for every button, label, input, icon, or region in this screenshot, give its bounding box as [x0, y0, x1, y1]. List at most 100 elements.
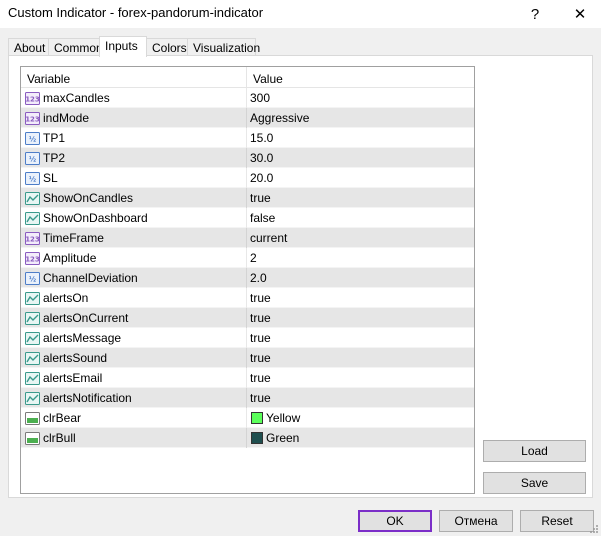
table-row[interactable]: ½ TP2 30.0: [21, 148, 474, 168]
svg-text:½: ½: [28, 175, 35, 183]
variable-cell: 123 Amplitude: [21, 248, 246, 268]
value-text: true: [250, 331, 271, 345]
value-text: false: [250, 211, 276, 225]
save-button[interactable]: Save: [483, 472, 586, 494]
reset-button[interactable]: Reset: [520, 510, 594, 532]
tab-inputs[interactable]: Inputs: [99, 36, 147, 57]
value-text: Yellow: [266, 411, 301, 425]
value-cell[interactable]: 300: [250, 88, 472, 108]
table-row[interactable]: ½ SL 20.0: [21, 168, 474, 188]
variable-cell: ShowOnDashboard: [21, 208, 246, 228]
value-cell[interactable]: Green: [250, 428, 472, 448]
table-row[interactable]: alertsNotification true: [21, 388, 474, 408]
table-row[interactable]: 123 indMode Aggressive: [21, 108, 474, 128]
value-text: 2: [250, 251, 257, 265]
column-divider: [246, 288, 247, 308]
variable-cell: ½ TP2: [21, 148, 246, 168]
help-button[interactable]: ?: [515, 0, 555, 28]
column-header-value[interactable]: Value: [253, 72, 283, 86]
value-cell[interactable]: true: [250, 308, 472, 328]
column-header-variable[interactable]: Variable: [27, 72, 70, 86]
table-row[interactable]: alertsMessage true: [21, 328, 474, 348]
table-row[interactable]: ShowOnCandles true: [21, 188, 474, 208]
tab-visualization[interactable]: Visualization: [187, 38, 260, 56]
value-cell[interactable]: true: [250, 188, 472, 208]
color-icon: [24, 410, 40, 426]
value-cell[interactable]: 20.0: [250, 168, 472, 188]
table-row[interactable]: alertsSound true: [21, 348, 474, 368]
variable-cell: ½ TP1: [21, 128, 246, 148]
variable-cell: alertsSound: [21, 348, 246, 368]
table-row[interactable]: ShowOnDashboard false: [21, 208, 474, 228]
column-divider: [246, 348, 247, 368]
bool-icon: [24, 190, 40, 206]
column-divider: [246, 168, 247, 188]
variable-cell: ½ SL: [21, 168, 246, 188]
column-divider: [246, 268, 247, 288]
column-divider: [246, 248, 247, 268]
value-text: 30.0: [250, 151, 274, 165]
variable-name: alertsOnCurrent: [43, 311, 129, 325]
variable-name: clrBear: [43, 411, 82, 425]
close-icon: ✕: [573, 6, 587, 23]
cancel-button[interactable]: Отмена: [439, 510, 513, 532]
value-cell[interactable]: Aggressive: [250, 108, 472, 128]
grid-rows: 123 maxCandles 300 123 indMode Aggressive ½ TP1…: [21, 88, 474, 448]
ok-button[interactable]: OK: [358, 510, 432, 532]
svg-text:½: ½: [28, 275, 35, 283]
color-icon: [24, 430, 40, 446]
color-swatch[interactable]: [251, 412, 263, 424]
table-row[interactable]: ½ TP1 15.0: [21, 128, 474, 148]
svg-text:123: 123: [25, 255, 40, 263]
value-cell[interactable]: 15.0: [250, 128, 472, 148]
value-cell[interactable]: true: [250, 288, 472, 308]
column-divider: [246, 208, 247, 228]
value-cell[interactable]: true: [250, 368, 472, 388]
int-icon: 123: [24, 90, 40, 106]
variable-name: TP1: [43, 131, 66, 145]
value-cell[interactable]: 30.0: [250, 148, 472, 168]
inputs-grid[interactable]: Variable Value 123 maxCandles 300 123 indMod…: [20, 66, 475, 494]
value-text: true: [250, 191, 271, 205]
value-cell[interactable]: true: [250, 388, 472, 408]
svg-text:½: ½: [28, 135, 35, 143]
column-divider: [246, 108, 247, 128]
resize-grip-icon[interactable]: [589, 524, 599, 534]
table-row[interactable]: alertsOn true: [21, 288, 474, 308]
table-row[interactable]: 123 Amplitude 2: [21, 248, 474, 268]
bool-icon: [24, 390, 40, 406]
variable-name: alertsOn: [43, 291, 89, 305]
variable-name: clrBull: [43, 431, 76, 445]
value-cell[interactable]: 2: [250, 248, 472, 268]
table-row[interactable]: 123 TimeFrame current: [21, 228, 474, 248]
variable-name: ChannelDeviation: [43, 271, 138, 285]
value-cell[interactable]: false: [250, 208, 472, 228]
value-cell[interactable]: true: [250, 328, 472, 348]
table-row[interactable]: alertsEmail true: [21, 368, 474, 388]
load-button[interactable]: Load: [483, 440, 586, 462]
tab-colors[interactable]: Colors: [146, 38, 188, 56]
header-divider[interactable]: [246, 67, 247, 88]
value-cell[interactable]: current: [250, 228, 472, 248]
svg-text:123: 123: [25, 115, 40, 123]
column-divider: [246, 428, 247, 448]
close-button[interactable]: ✕: [560, 0, 600, 28]
value-cell[interactable]: true: [250, 348, 472, 368]
tab-about[interactable]: About: [8, 38, 49, 56]
table-row[interactable]: ½ ChannelDeviation 2.0: [21, 268, 474, 288]
table-row[interactable]: clrBear Yellow: [21, 408, 474, 428]
value-cell[interactable]: Yellow: [250, 408, 472, 428]
color-swatch[interactable]: [251, 432, 263, 444]
table-row[interactable]: 123 maxCandles 300: [21, 88, 474, 108]
column-divider: [246, 328, 247, 348]
table-row[interactable]: clrBull Green: [21, 428, 474, 448]
column-divider: [246, 228, 247, 248]
table-row[interactable]: alertsOnCurrent true: [21, 308, 474, 328]
bool-icon: [24, 290, 40, 306]
svg-text:123: 123: [25, 235, 40, 243]
bool-icon: [24, 350, 40, 366]
variable-name: SL: [43, 171, 58, 185]
value-text: true: [250, 371, 271, 385]
tab-common[interactable]: Common: [48, 38, 103, 56]
value-cell[interactable]: 2.0: [250, 268, 472, 288]
